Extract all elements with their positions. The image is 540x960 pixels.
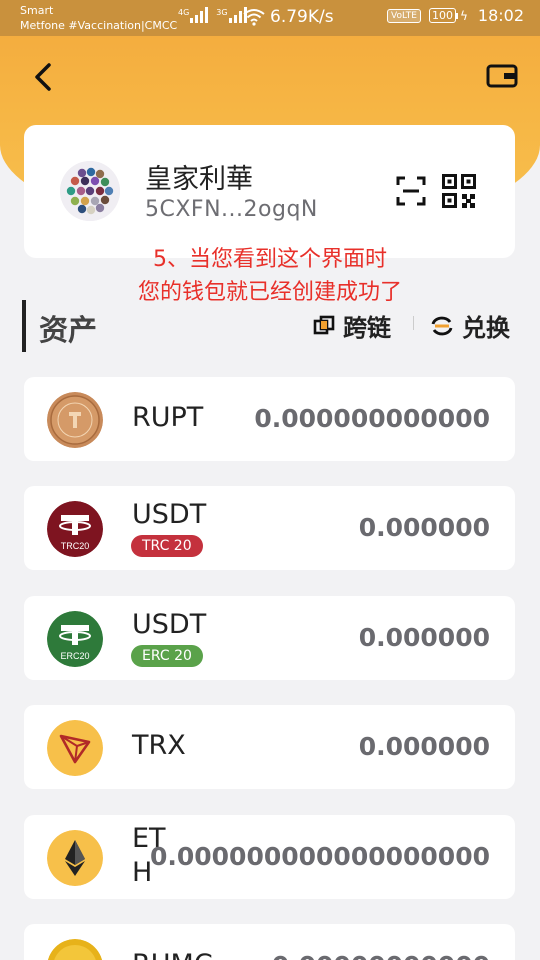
asset-symbol: RUMC [132, 949, 213, 960]
wallet-address[interactable]: 5CXFN...2ogqN [145, 197, 318, 222]
assets-title: 资产 [39, 313, 98, 347]
back-arrow-icon [35, 63, 51, 91]
battery-icon: 100 ϟ [428, 8, 470, 23]
battery-level: 100 [428, 8, 456, 23]
cross-chain-label: 跨链 [343, 314, 391, 342]
asset-symbol: RUPT [132, 402, 204, 433]
network-speed: 6.79K/s [270, 7, 334, 27]
usdt-trc20-logo-icon: TRC20 [47, 501, 103, 557]
scan-icon [396, 176, 426, 206]
section-marker [22, 300, 26, 352]
rumc-logo-icon: RU [47, 939, 103, 960]
erc20-logo-text: ERC20 [60, 651, 89, 661]
asset-row-trx[interactable]: TRX 0.000000 [24, 705, 515, 789]
network-tag-2: 3G [216, 8, 228, 17]
asset-row-rumc[interactable]: RU RUMC 0.00000000000 [24, 924, 515, 960]
asset-balance: 0.000000 [358, 732, 490, 761]
usdt-erc20-logo-icon: ERC20 [47, 611, 103, 667]
asset-balance: 0.000000 [358, 513, 490, 542]
trc20-logo-text: TRC20 [61, 541, 90, 551]
carrier-line-2: Metfone #Vaccination|CMCC [20, 19, 178, 32]
asset-balance: 0.000000 [358, 623, 490, 652]
swap-label: 兑换 [462, 314, 510, 342]
wallet-icon [486, 64, 518, 88]
asset-symbol: TRX [132, 730, 186, 761]
qr-code-button[interactable] [442, 174, 476, 208]
asset-balance: 0.000000000000000000 [149, 842, 490, 871]
action-divider [413, 316, 414, 330]
eth-logo-icon [47, 830, 103, 886]
swap-button[interactable]: 兑换 [430, 308, 510, 343]
asset-row-eth[interactable]: ET H 0.000000000000000000 [24, 815, 515, 899]
swap-icon [431, 316, 453, 335]
wifi-icon [243, 9, 265, 26]
wallet-avatar [60, 161, 120, 221]
cross-chain-button[interactable]: 跨链 [313, 308, 391, 343]
status-bar: Smart Metfone #Vaccination|CMCC 4G 3G 6.… [0, 0, 540, 36]
qr-code-icon [442, 174, 476, 208]
asset-symbol: USDT [132, 609, 207, 640]
network-tag-1: 4G [178, 8, 190, 17]
trx-logo-icon [47, 720, 103, 776]
clock: 18:02 [477, 6, 524, 25]
asset-symbol: USDT [132, 499, 207, 530]
volte-badge: VoLTE [387, 8, 421, 23]
wallet-name: 皇家利華 [145, 164, 253, 195]
asset-balance: 0.00000000000 [272, 950, 490, 960]
asset-balance: 0.000000000000 [254, 404, 490, 433]
signal-bars-icon [190, 7, 209, 23]
annotation-line-1: 5、当您看到这个界面时 [153, 247, 387, 272]
charging-icon: ϟ [459, 8, 468, 23]
back-button[interactable] [28, 58, 58, 96]
asset-row-rupt[interactable]: RUPT 0.000000000000 [24, 377, 515, 461]
account-card: 皇家利華 5CXFN...2ogqN [24, 125, 515, 258]
scan-button[interactable] [396, 176, 426, 206]
annotation-line-2: 您的钱包就已经创建成功了 [137, 280, 402, 305]
chain-badge-trc20: TRC 20 [131, 535, 203, 557]
asset-row-usdt-trc20[interactable]: TRC20 USDT TRC 20 0.000000 [24, 486, 515, 570]
asset-row-usdt-erc20[interactable]: ERC20 USDT ERC 20 0.000000 [24, 596, 515, 680]
carrier-line-1: Smart [20, 4, 54, 17]
carrier-info: Smart Metfone #Vaccination|CMCC [20, 3, 177, 33]
cross-chain-icon [313, 315, 335, 334]
rupt-logo-icon [47, 392, 103, 448]
wallet-button[interactable] [486, 62, 518, 90]
signal-indicators: 4G 3G [178, 7, 247, 23]
status-right: VoLTE 100 ϟ 18:02 [387, 6, 524, 25]
chain-badge-erc20: ERC 20 [131, 645, 203, 667]
